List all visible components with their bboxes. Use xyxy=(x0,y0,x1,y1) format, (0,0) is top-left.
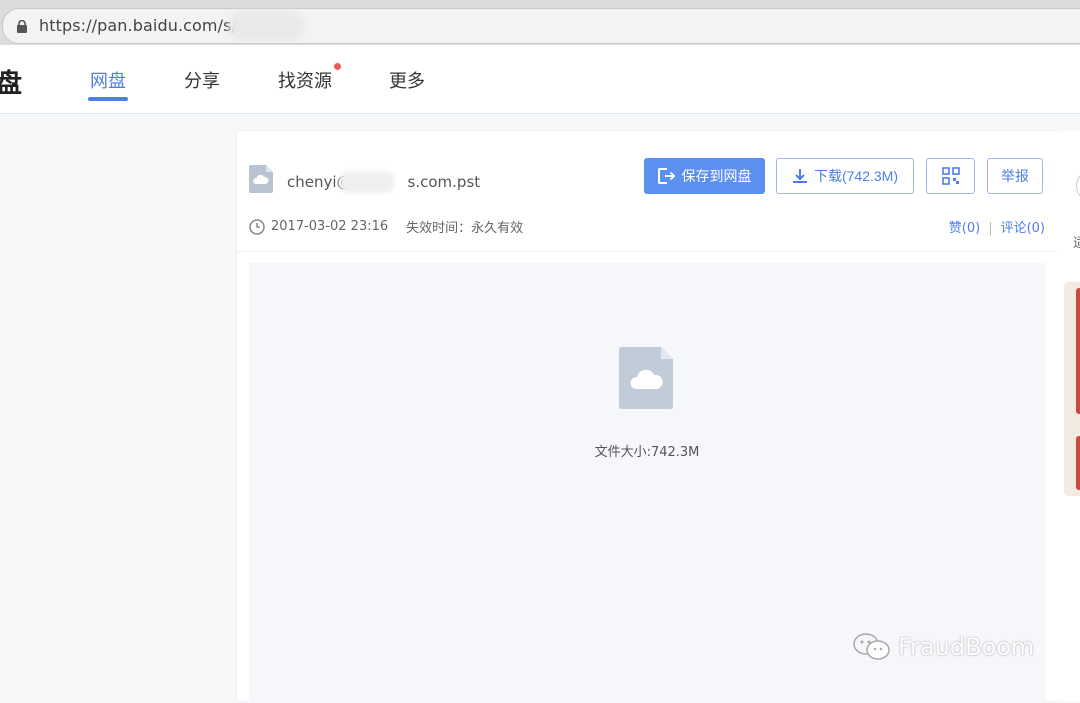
watermark-text: FraudBoom xyxy=(898,633,1035,661)
notification-dot xyxy=(334,63,341,70)
share-card: chenyi@ s.com.pst 保存到网盘 下载(742.3M) 举报 20… xyxy=(237,131,1057,703)
wechat-icon xyxy=(853,633,890,660)
social-actions: 赞(0) | 评论(0) xyxy=(948,221,1045,236)
file-size: 文件大小:742.3M xyxy=(594,445,700,460)
download-icon xyxy=(792,169,807,183)
expire-time: 失效时间：永久有效 xyxy=(406,221,524,236)
side-text: 适 xyxy=(1073,236,1080,251)
nav-item-share[interactable]: 分享 xyxy=(184,67,220,93)
qrcode-button[interactable] xyxy=(926,158,975,194)
browser-chrome: https://pan.baidu.com/s/1 xyxy=(0,0,1080,45)
lock-icon xyxy=(17,20,27,33)
report-label: 举报 xyxy=(1001,168,1029,184)
file-name-suffix: s.com.pst xyxy=(407,173,481,191)
nav-item-netdisk[interactable]: 网盘 xyxy=(90,67,126,93)
file-meta: 2017-03-02 23:16 失效时间：永久有效 xyxy=(249,217,523,236)
qrcode-icon xyxy=(941,167,960,185)
download-label: 下载(742.3M) xyxy=(813,168,899,184)
ad-banner-block xyxy=(1076,288,1080,414)
file-name-blur xyxy=(340,171,394,193)
like-link[interactable]: 赞(0) xyxy=(949,221,980,236)
nav-item-find-resources[interactable]: 找资源 xyxy=(278,67,332,93)
download-button[interactable]: 下载(742.3M) xyxy=(776,158,914,194)
url-text: https://pan.baidu.com/s/1 xyxy=(39,16,248,35)
file-icon-large xyxy=(619,347,673,409)
comment-link[interactable]: 评论(0) xyxy=(1001,221,1045,236)
divider xyxy=(237,251,1057,252)
report-button[interactable]: 举报 xyxy=(987,158,1043,194)
address-bar[interactable]: https://pan.baidu.com/s/1 xyxy=(2,8,1080,44)
save-label: 保存到网盘 xyxy=(681,168,752,184)
save-icon xyxy=(657,168,675,184)
ad-banner-block xyxy=(1076,436,1080,490)
share-date: 2017-03-02 23:16 xyxy=(271,219,389,234)
logo[interactable]: 盘 xyxy=(0,63,22,100)
file-icon xyxy=(249,165,273,193)
url-redaction xyxy=(229,11,303,41)
watermark: FraudBoom xyxy=(852,632,1034,662)
active-tab-indicator xyxy=(88,97,128,101)
top-nav: 盘 网盘 分享 找资源 更多 xyxy=(0,45,1080,114)
nav-item-more[interactable]: 更多 xyxy=(389,67,425,93)
save-to-netdisk-button[interactable]: 保存到网盘 xyxy=(644,158,765,194)
clock-icon xyxy=(249,218,265,235)
